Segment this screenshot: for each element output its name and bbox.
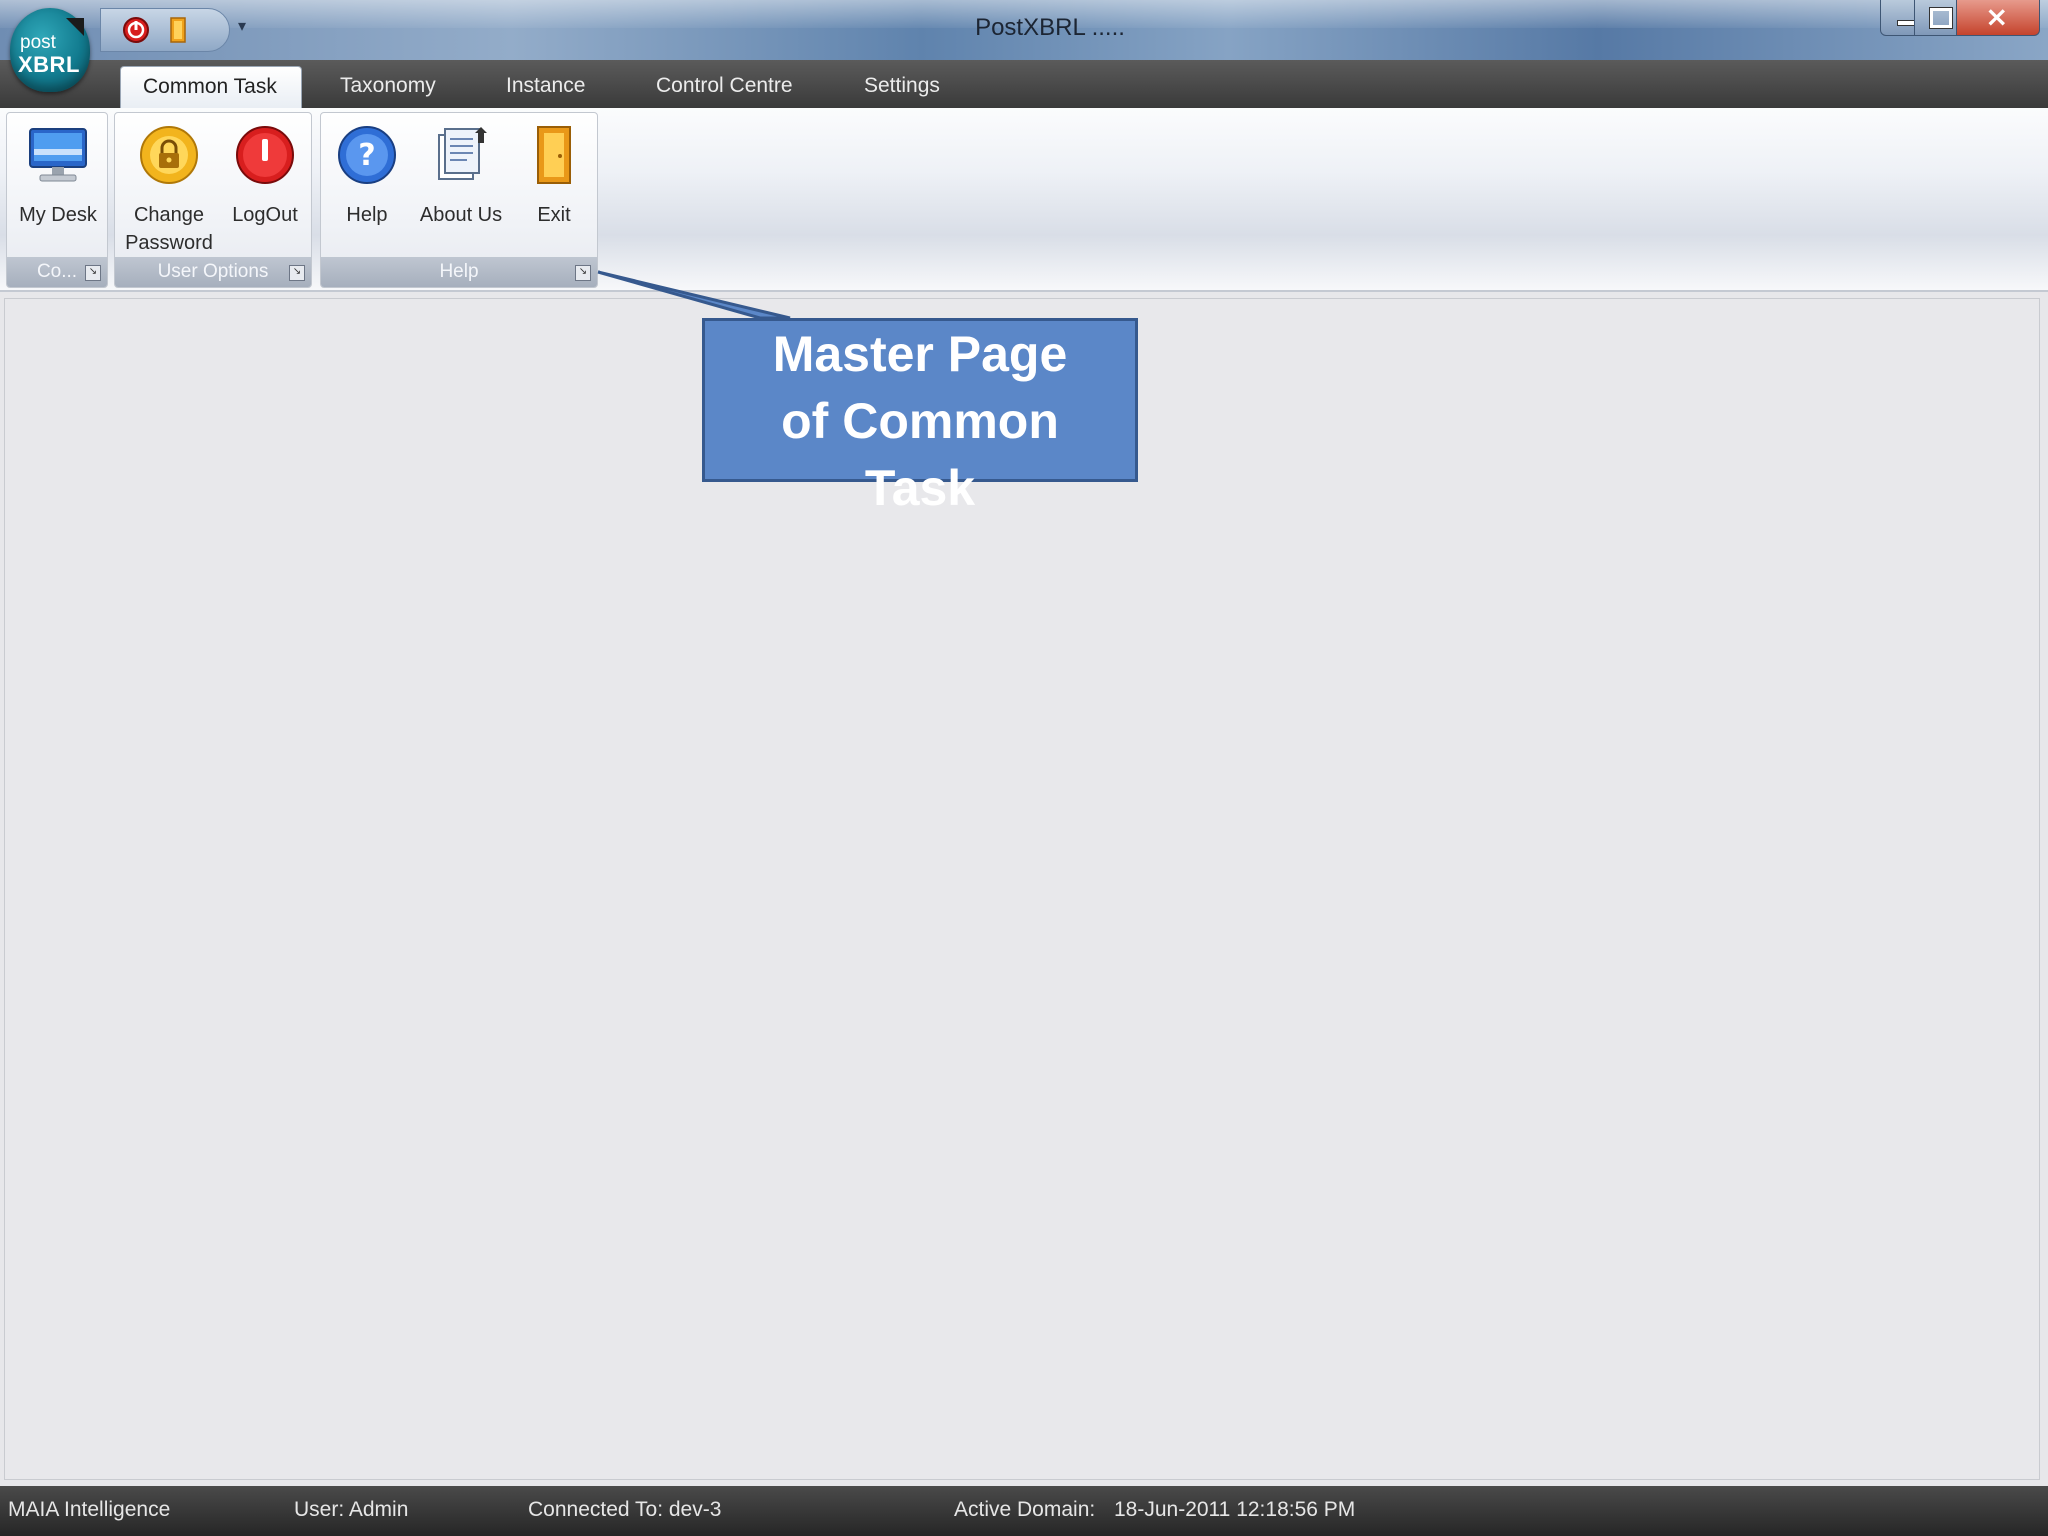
tab-common-task[interactable]: Common Task [120, 66, 302, 108]
status-datetime: 18-Jun-2011 12:18:56 PM [1114, 1498, 1356, 1521]
status-bar: MAIA Intelligence User: Admin Connected … [0, 1486, 2048, 1536]
door-icon [537, 126, 571, 184]
tab-control-centre[interactable]: Control Centre [634, 66, 815, 108]
about-us-button[interactable]: About Us [411, 123, 511, 229]
quick-access-dropdown-icon[interactable]: ▾ [238, 16, 246, 35]
ribbon-group-common: My Desk Co... ↘ [6, 112, 108, 288]
exit-button[interactable]: Exit [515, 123, 593, 229]
ribbon-group-help-label: Help [321, 257, 597, 287]
change-password-label: Change Password [125, 204, 213, 254]
monitor-icon [29, 128, 87, 182]
tab-instance[interactable]: Instance [484, 66, 607, 108]
status-user: User: Admin [294, 1498, 409, 1521]
ribbon-group-user-options-label: User Options [115, 257, 311, 287]
orb-corner-mark [66, 18, 84, 36]
help-button[interactable]: ? Help [327, 123, 407, 229]
document-icon [438, 127, 487, 180]
maximize-icon [1929, 7, 1953, 29]
my-desk-button[interactable]: My Desk [11, 123, 105, 229]
group-launcher-icon[interactable]: ↘ [575, 265, 591, 281]
status-company: MAIA Intelligence [8, 1498, 171, 1521]
logo-text-xbrl: XBRL [18, 52, 80, 77]
callout-line-2: of Common [781, 393, 1059, 449]
exit-door-icon[interactable] [163, 15, 193, 45]
about-us-label: About Us [419, 204, 503, 226]
lock-icon [140, 126, 198, 184]
exit-label: Exit [537, 204, 571, 226]
status-connection: Connected To: dev-3 [528, 1498, 722, 1521]
power-icon [236, 126, 294, 184]
annotation-callout: Master Page of Common Task [702, 318, 1138, 516]
help-icon: ? [338, 126, 396, 184]
ribbon-group-help: ? Help About Us Exit Help ↘ [320, 112, 598, 288]
window-title: PostXBRL ..... [975, 14, 1125, 41]
ribbon-panel: My Desk Co... ↘ Change Password LogOut U… [0, 108, 2048, 292]
callout-line-1: Master Page [772, 326, 1068, 382]
logo-text-post: post [20, 32, 56, 53]
logout-button[interactable]: LogOut [221, 123, 309, 229]
change-password-button[interactable]: Change Password [117, 123, 221, 257]
group-launcher-icon[interactable]: ↘ [289, 265, 305, 281]
title-bar: ▾ PostXBRL ..... × [0, 0, 2048, 60]
quick-access-toolbar [100, 8, 230, 52]
ribbon-group-user-options: Change Password LogOut User Options ↘ [114, 112, 312, 288]
group-launcher-icon[interactable]: ↘ [85, 265, 101, 281]
maximize-button[interactable] [1914, 0, 1962, 36]
close-button[interactable]: × [1956, 0, 2040, 36]
logout-label: LogOut [232, 204, 298, 226]
logout-icon[interactable] [121, 15, 151, 45]
status-active-domain-label: Active Domain: [954, 1498, 1096, 1521]
callout-line-3: Task [864, 460, 976, 516]
tab-settings[interactable]: Settings [842, 66, 962, 108]
my-desk-label: My Desk [19, 204, 97, 226]
application-menu-orb[interactable]: post XBRL [10, 8, 90, 92]
tab-taxonomy[interactable]: Taxonomy [318, 66, 458, 108]
svg-text:?: ? [358, 138, 375, 173]
help-label: Help [346, 204, 388, 226]
ribbon-tab-strip: Common Task Taxonomy Instance Control Ce… [0, 60, 2048, 108]
close-icon: × [1985, 0, 2009, 33]
